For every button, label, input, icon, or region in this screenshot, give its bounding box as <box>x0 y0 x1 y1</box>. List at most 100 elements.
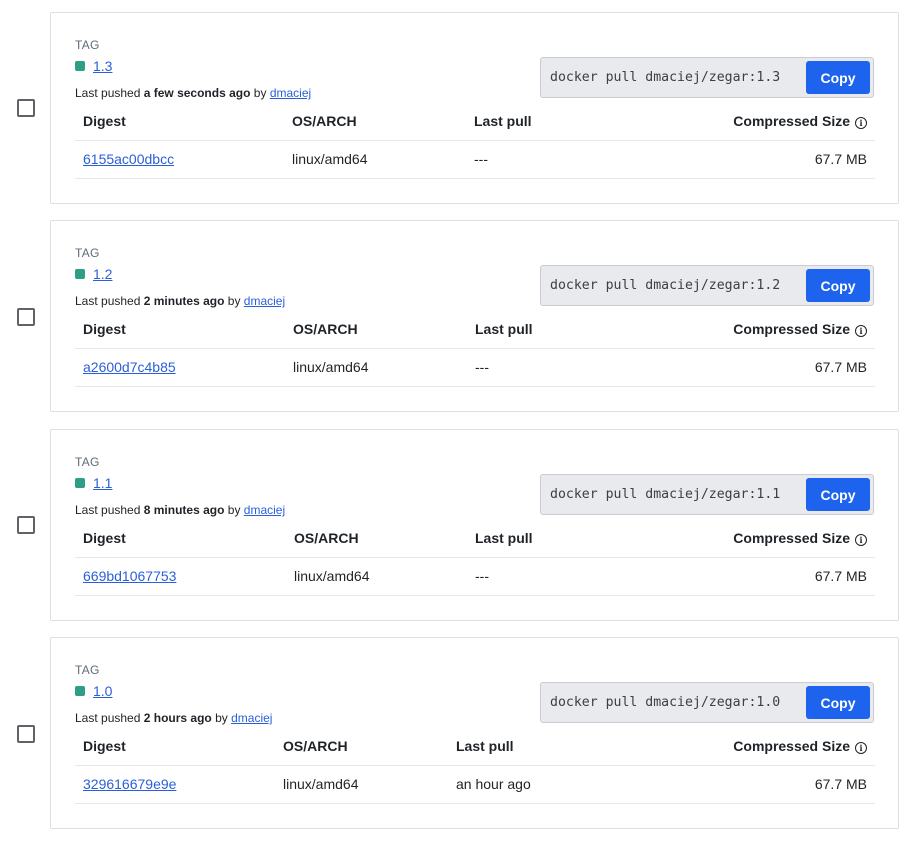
pull-command-text: docker pull dmaciej/zegar:1.3 <box>550 70 781 85</box>
tag-card: TAG 1.3 Last pushed a few seconds ago by… <box>50 12 899 204</box>
last-pushed-time: 8 minutes ago <box>143 503 225 517</box>
pull-command-box: docker pull dmaciej/zegar:1.2 Copy <box>540 265 874 306</box>
info-icon[interactable]: i <box>855 534 867 546</box>
digest-link[interactable]: 669bd1067753 <box>83 568 176 584</box>
by-word: by <box>215 711 228 725</box>
pull-command-text: docker pull dmaciej/zegar:1.0 <box>550 695 781 710</box>
tag-line: 1.1 <box>75 475 112 491</box>
pull-command-box: docker pull dmaciej/zegar:1.1 Copy <box>540 474 874 515</box>
size-value: 67.7 MB <box>814 776 867 792</box>
digest-column-header: Digest <box>83 530 126 546</box>
tag-link[interactable]: 1.1 <box>93 475 112 491</box>
tag-line: 1.0 <box>75 683 112 699</box>
size-column-label: Compressed Size <box>733 738 850 754</box>
size-value: 67.7 MB <box>814 151 867 167</box>
last-pushed-time: 2 minutes ago <box>143 294 225 308</box>
last-pushed-prefix: Last pushed <box>75 711 141 725</box>
pusher-user-link[interactable]: dmaciej <box>244 503 285 517</box>
last-pushed-prefix: Last pushed <box>75 86 141 100</box>
size-column-label: Compressed Size <box>733 530 850 546</box>
pusher-user-link[interactable]: dmaciej <box>231 711 272 725</box>
tag-status-icon <box>75 686 85 696</box>
tag-row: TAG 1.2 Last pushed 2 minutes ago by dma… <box>0 220 910 412</box>
digest-column-header: Digest <box>83 113 126 129</box>
copy-button[interactable]: Copy <box>806 61 870 94</box>
last-pushed-text: Last pushed 8 minutes ago by dmaciej <box>75 503 285 517</box>
tag-select-checkbox[interactable] <box>17 99 35 117</box>
tag-row: TAG 1.0 Last pushed 2 hours ago by dmaci… <box>0 637 910 829</box>
tag-select-checkbox[interactable] <box>17 516 35 534</box>
os-arch-column-header: OS/ARCH <box>283 738 348 754</box>
last-pull-column-header: Last pull <box>475 530 533 546</box>
last-pull-column-header: Last pull <box>474 113 532 129</box>
last-pushed-text: Last pushed 2 minutes ago by dmaciej <box>75 294 285 308</box>
info-icon[interactable]: i <box>855 117 867 129</box>
tag-card: TAG 1.2 Last pushed 2 minutes ago by dma… <box>50 220 899 412</box>
pusher-user-link[interactable]: dmaciej <box>270 86 311 100</box>
digest-table: Digest OS/ARCH Last pull Compressed Size… <box>75 528 875 596</box>
os-arch-column-header: OS/ARCH <box>294 530 359 546</box>
tag-status-icon <box>75 478 85 488</box>
by-word: by <box>227 294 241 308</box>
digest-table-header: Digest OS/ARCH Last pull Compressed Size… <box>75 736 875 766</box>
tag-link[interactable]: 1.2 <box>93 266 112 282</box>
tag-select-checkbox[interactable] <box>17 725 35 743</box>
by-word: by <box>227 503 241 517</box>
tag-link[interactable]: 1.0 <box>93 683 112 699</box>
tag-line: 1.2 <box>75 266 112 282</box>
info-icon[interactable]: i <box>855 742 867 754</box>
by-word: by <box>253 86 267 100</box>
size-column-header: Compressed Size i <box>733 321 867 337</box>
last-pushed-prefix: Last pushed <box>75 503 141 517</box>
size-column-header: Compressed Size i <box>733 530 867 546</box>
last-pushed-prefix: Last pushed <box>75 294 141 308</box>
digest-link[interactable]: 6155ac00dbcc <box>83 151 174 167</box>
last-pushed-text: Last pushed a few seconds ago by dmaciej <box>75 86 311 100</box>
last-pull-column-header: Last pull <box>475 321 533 337</box>
tag-row: TAG 1.3 Last pushed a few seconds ago by… <box>0 12 910 204</box>
tag-select-checkbox[interactable] <box>17 308 35 326</box>
tag-card: TAG 1.1 Last pushed 8 minutes ago by dma… <box>50 429 899 621</box>
table-row: 669bd1067753 linux/amd64 --- 67.7 MB <box>75 558 875 596</box>
last-pull-value: an hour ago <box>456 776 531 792</box>
tag-card: TAG 1.0 Last pushed 2 hours ago by dmaci… <box>50 637 899 829</box>
pull-command-box: docker pull dmaciej/zegar:1.3 Copy <box>540 57 874 98</box>
os-arch-value: linux/amd64 <box>283 776 359 792</box>
digest-column-header: Digest <box>83 738 126 754</box>
info-icon[interactable]: i <box>855 325 867 337</box>
os-arch-value: linux/amd64 <box>294 568 370 584</box>
size-column-header: Compressed Size i <box>733 113 867 129</box>
copy-button[interactable]: Copy <box>806 269 870 302</box>
tag-status-icon <box>75 61 85 71</box>
table-row: a2600d7c4b85 linux/amd64 --- 67.7 MB <box>75 349 875 387</box>
last-pull-value: --- <box>474 151 488 167</box>
last-pushed-text: Last pushed 2 hours ago by dmaciej <box>75 711 272 725</box>
digest-table: Digest OS/ARCH Last pull Compressed Size… <box>75 319 875 387</box>
pusher-user-link[interactable]: dmaciej <box>244 294 285 308</box>
copy-button[interactable]: Copy <box>806 686 870 719</box>
digest-link[interactable]: a2600d7c4b85 <box>83 359 176 375</box>
tag-heading: TAG <box>75 246 100 260</box>
size-column-label: Compressed Size <box>733 321 850 337</box>
os-arch-column-header: OS/ARCH <box>293 321 358 337</box>
digest-link[interactable]: 329616679e9e <box>83 776 176 792</box>
tag-heading: TAG <box>75 38 100 52</box>
digest-column-header: Digest <box>83 321 126 337</box>
os-arch-value: linux/amd64 <box>293 359 369 375</box>
copy-button[interactable]: Copy <box>806 478 870 511</box>
table-row: 329616679e9e linux/amd64 an hour ago 67.… <box>75 766 875 804</box>
digest-table-header: Digest OS/ARCH Last pull Compressed Size… <box>75 528 875 558</box>
os-arch-column-header: OS/ARCH <box>292 113 357 129</box>
size-column-label: Compressed Size <box>733 113 850 129</box>
size-column-header: Compressed Size i <box>733 738 867 754</box>
last-pull-value: --- <box>475 568 489 584</box>
tag-status-icon <box>75 269 85 279</box>
pull-command-text: docker pull dmaciej/zegar:1.1 <box>550 487 781 502</box>
last-pushed-time: a few seconds ago <box>143 86 251 100</box>
tag-link[interactable]: 1.3 <box>93 58 112 74</box>
tag-row: TAG 1.1 Last pushed 8 minutes ago by dma… <box>0 429 910 621</box>
digest-table-header: Digest OS/ARCH Last pull Compressed Size… <box>75 111 875 141</box>
size-value: 67.7 MB <box>814 568 867 584</box>
last-pull-value: --- <box>475 359 489 375</box>
digest-table-header: Digest OS/ARCH Last pull Compressed Size… <box>75 319 875 349</box>
